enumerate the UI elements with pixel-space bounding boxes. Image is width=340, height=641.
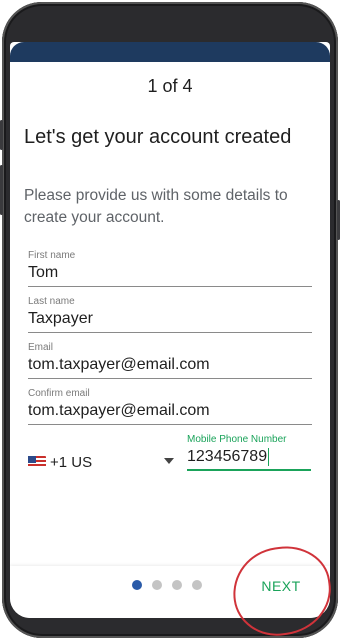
mobile-phone-value: 123456789 [187,448,268,465]
mobile-phone-field[interactable]: Mobile Phone Number 123456789 [187,434,311,471]
page-title: Let's get your account created [24,126,292,148]
email-field[interactable]: Email tom.taxpayer@email.com [28,342,312,379]
first-name-label: First name [28,250,76,261]
step-indicator: 1 of 4 [147,76,193,96]
last-name-label: Last name [28,296,75,307]
country-code-value: +1 US [50,453,93,471]
mobile-phone-label: Mobile Phone Number [187,434,287,445]
first-name-field[interactable]: First name Tom [28,250,312,287]
last-name-field[interactable]: Last name Taxpayer [28,296,312,333]
first-name-input[interactable]: Tom [28,262,312,287]
app-header-bar [10,42,330,62]
page-dot [172,580,182,590]
country-code-select[interactable]: +1 US [28,450,174,474]
next-button[interactable]: NEXT [248,576,314,596]
us-flag-icon [28,456,46,468]
page-indicator [132,580,202,590]
page-dot [152,580,162,590]
page-dot-active [132,580,142,590]
phone-side-button [0,120,3,150]
page-dot [192,580,202,590]
email-input[interactable]: tom.taxpayer@email.com [28,354,312,379]
mobile-phone-input[interactable]: 123456789 [187,446,311,471]
confirm-email-label: Confirm email [28,388,90,399]
phone-side-button [0,165,3,215]
page-subtitle: Please provide us with some details to c… [24,187,288,226]
last-name-input[interactable]: Taxpayer [28,308,312,333]
app-screen: 1 of 4 Let's get your account created Pl… [10,42,330,618]
confirm-email-field[interactable]: Confirm email tom.taxpayer@email.com [28,388,312,425]
bottom-navigation-bar: NEXT [10,566,330,618]
chevron-down-icon[interactable] [164,458,174,464]
text-cursor [268,447,270,466]
confirm-email-input[interactable]: tom.taxpayer@email.com [28,400,312,425]
email-label: Email [28,342,54,353]
